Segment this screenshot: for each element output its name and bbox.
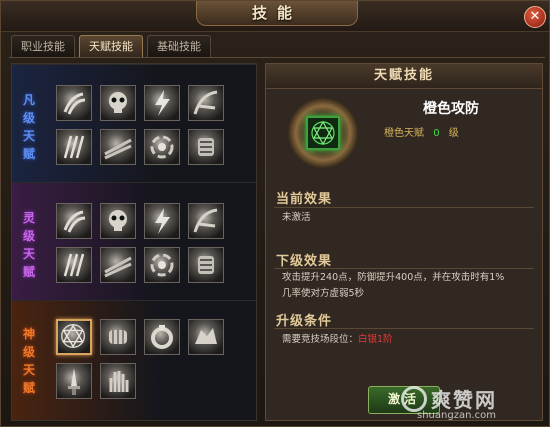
skull-icon[interactable] [100, 85, 136, 121]
tier-label-common: 凡 级 天 赋 [16, 91, 42, 163]
skill-medallion [288, 98, 358, 168]
talon-icon[interactable] [188, 203, 224, 239]
skill-level: 橙色天赋 0 级 [384, 124, 459, 139]
tier-label-char: 级 [22, 345, 35, 359]
talon-icon[interactable] [188, 85, 224, 121]
level-label: 橙色天赋 [384, 128, 424, 139]
watermark-text: 爽赞网 [431, 388, 497, 412]
dagger-icon[interactable] [56, 363, 92, 399]
hexagram-icon [306, 116, 340, 150]
tab-basic-skills[interactable]: 基础技能 [147, 35, 211, 57]
section-divider [274, 207, 534, 208]
claw-icon[interactable] [56, 203, 92, 239]
tier-label-char: 级 [22, 111, 35, 125]
tier-label-divine: 神 级 天 赋 [16, 325, 42, 397]
talent-skill-window: 技能 ✕ 职业技能 天赋技能 基础技能 凡 级 天 赋 灵 级 天 赋 神 级 … [0, 0, 550, 427]
beast-icon[interactable] [188, 319, 224, 355]
vortex-icon[interactable] [144, 247, 180, 283]
gauntlet-icon[interactable] [188, 247, 224, 283]
lightning-icon[interactable] [144, 85, 180, 121]
tier-label-char: 灵 [22, 211, 35, 225]
watermark-url: shuangzan.com [417, 410, 496, 421]
blade-claw-icon[interactable] [56, 247, 92, 283]
tier-spirit: 灵 级 天 赋 [12, 182, 256, 300]
window-title: 技能 [196, 1, 358, 26]
upgrade-requirement: 需要竞技场段位：白银1阶 [282, 332, 393, 347]
site-watermark: 爽赞网 shuangzan.com [401, 384, 543, 424]
tier-common: 凡 级 天 赋 [12, 64, 256, 182]
talent-detail-panel: 天赋技能 橙色攻防 橙色天赋 0 级 当前效果 未激活 下级效果 攻击提升240… [265, 63, 543, 421]
level-value: 0 [433, 128, 440, 139]
tier-label-char: 凡 [22, 93, 35, 107]
talent-tree-panel: 凡 级 天 赋 灵 级 天 赋 神 级 天 赋 [11, 63, 257, 421]
next-effect-line-2: 几率使对方虚弱5秒 [282, 288, 365, 299]
claw-icon[interactable] [56, 85, 92, 121]
tier-label-char: 赋 [22, 381, 35, 395]
tier-label-char: 级 [22, 229, 35, 243]
tab-class-skills[interactable]: 职业技能 [11, 35, 75, 57]
hexagram-icon[interactable] [56, 319, 92, 355]
skill-name: 橙色攻防 [423, 101, 479, 117]
tier-label-char: 神 [22, 327, 35, 341]
tier-label-char: 赋 [22, 147, 35, 161]
tier-label-char: 天 [22, 363, 35, 377]
tab-talent-skills[interactable]: 天赋技能 [79, 35, 143, 57]
current-effect-text: 未激活 [282, 212, 311, 223]
close-button[interactable]: ✕ [524, 6, 546, 28]
blade-claw-icon[interactable] [56, 129, 92, 165]
upgrade-label: 需要竞技场段位： [282, 334, 359, 345]
upgrade-title: 升级条件 [276, 314, 333, 329]
watermark-logo-icon [401, 386, 427, 412]
tier-label-spirit: 灵 级 天 赋 [16, 209, 42, 281]
next-effect-title: 下级效果 [276, 254, 333, 269]
fist-icon[interactable] [100, 319, 136, 355]
palm-icon[interactable] [100, 363, 136, 399]
section-divider [274, 268, 534, 269]
title-bar: 技能 ✕ [1, 1, 549, 32]
tier-label-char: 天 [22, 247, 35, 261]
slash-icon[interactable] [100, 247, 136, 283]
upgrade-value: 白银1阶 [358, 334, 393, 345]
tier-divine: 神 级 天 赋 [12, 300, 256, 420]
level-unit: 级 [448, 128, 459, 139]
next-effect-line-1: 攻击提升240点，防御提升400点，并在攻击时有1% [282, 272, 505, 283]
tab-divider [9, 57, 545, 58]
current-effect-title: 当前效果 [276, 192, 333, 207]
tier-label-char: 天 [22, 129, 35, 143]
detail-header: 天赋技能 [266, 64, 542, 89]
skull-icon[interactable] [100, 203, 136, 239]
vortex-icon[interactable] [144, 129, 180, 165]
tier-label-char: 赋 [22, 265, 35, 279]
slash-icon[interactable] [100, 129, 136, 165]
gauntlet-icon[interactable] [188, 129, 224, 165]
lightning-icon[interactable] [144, 203, 180, 239]
section-divider [274, 328, 534, 329]
ring-icon[interactable] [144, 319, 180, 355]
